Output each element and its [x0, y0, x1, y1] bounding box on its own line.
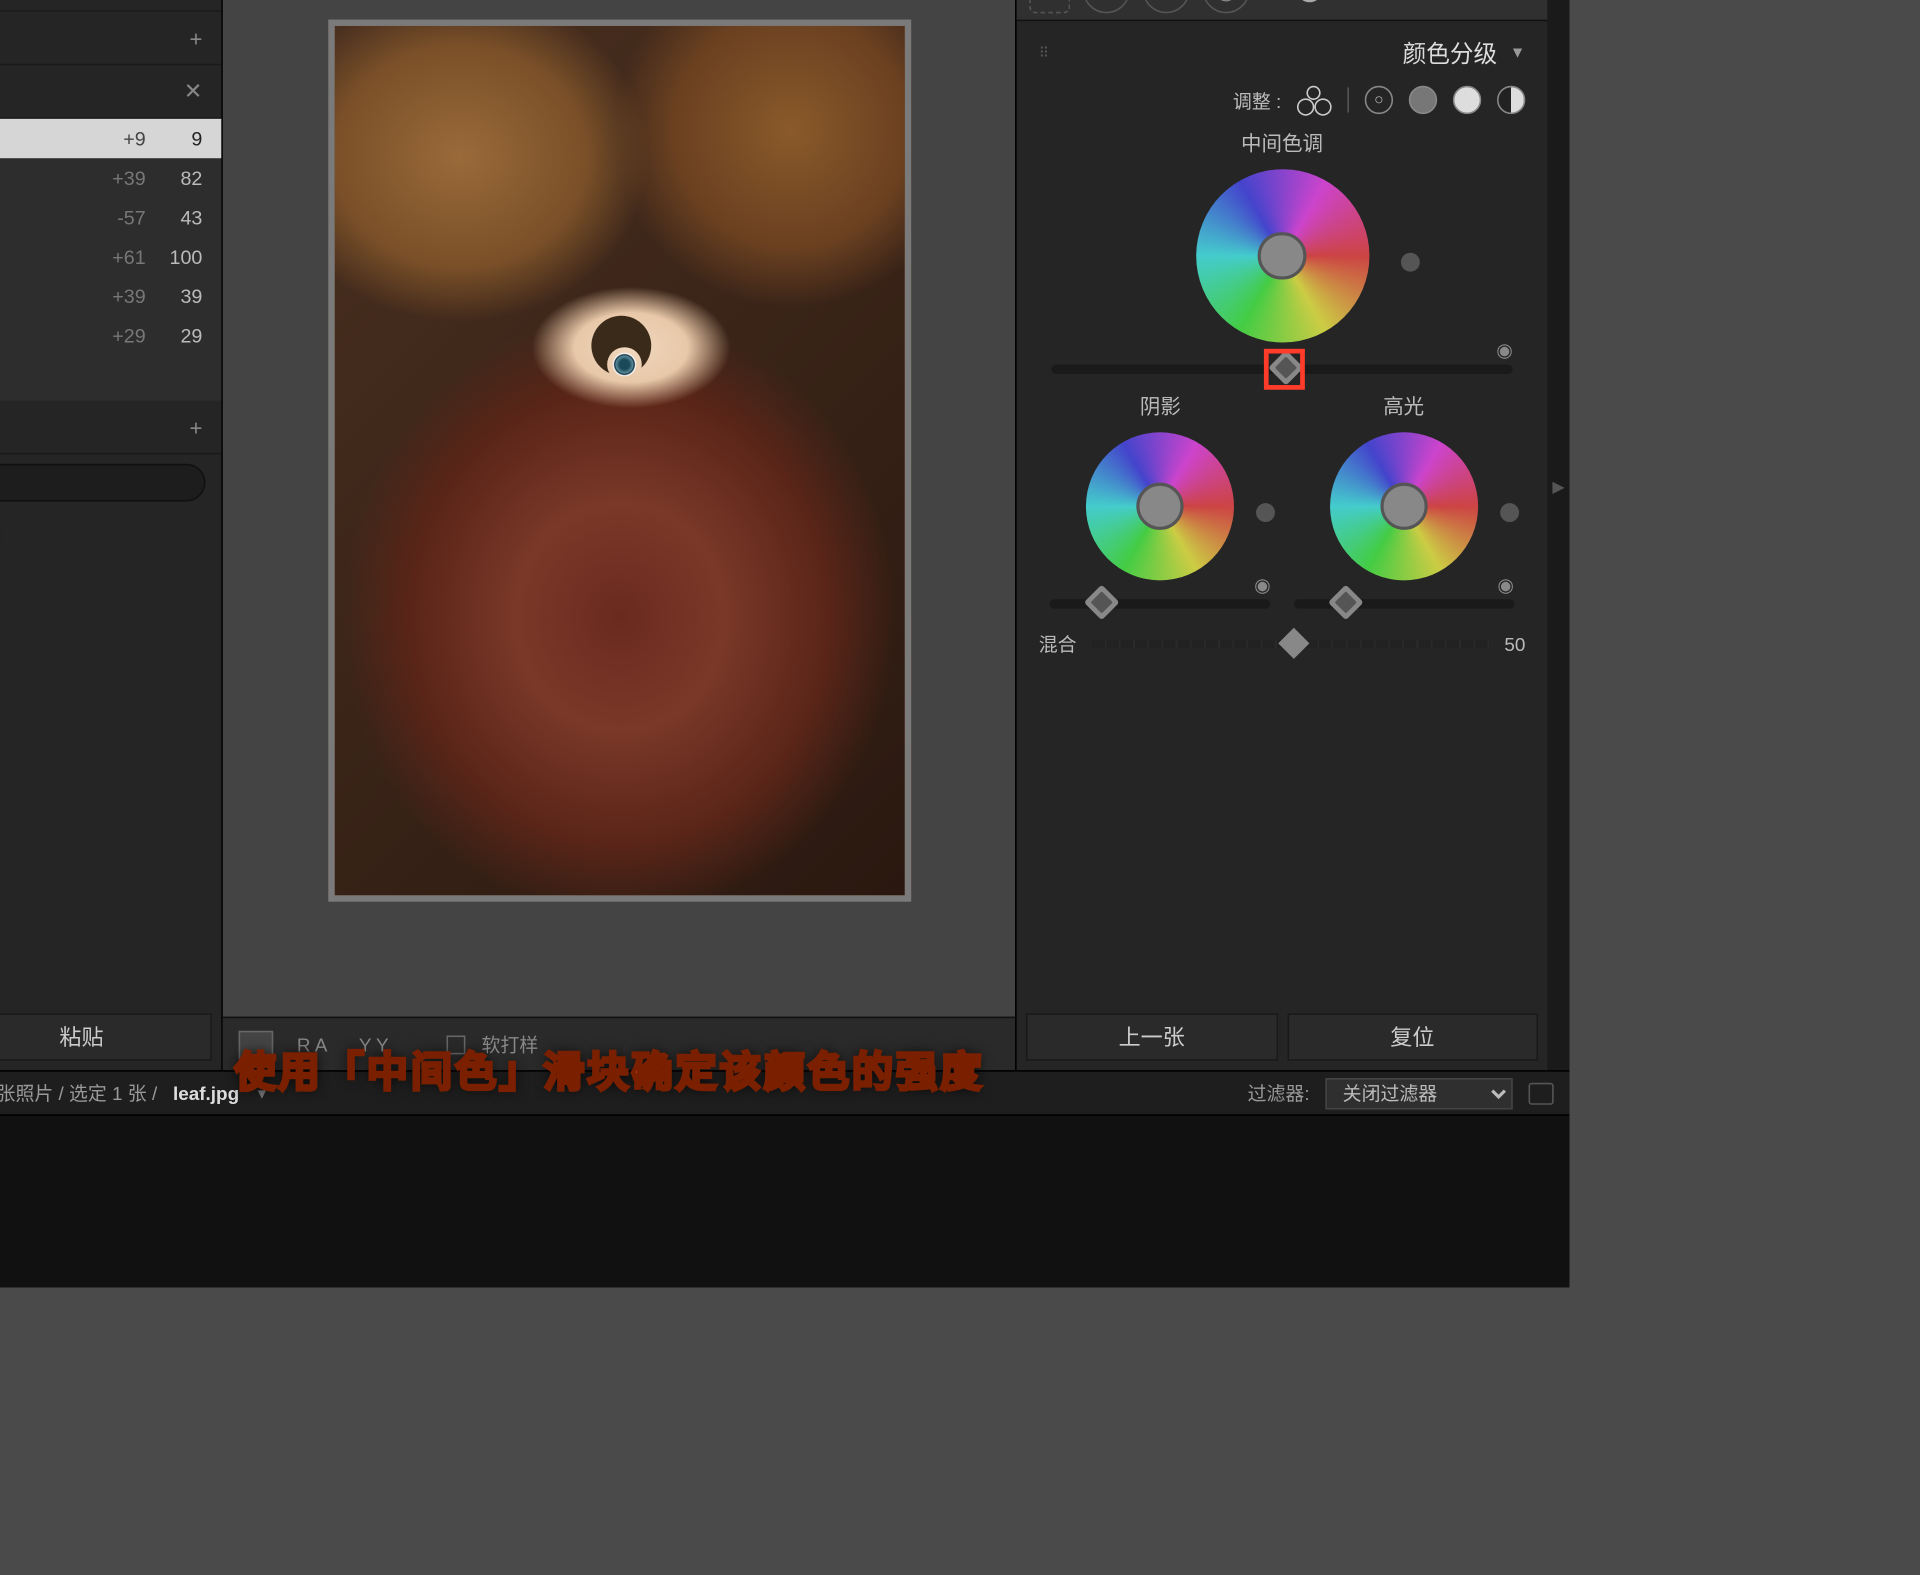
shadows-view[interactable]: ○ [1365, 86, 1393, 114]
collections-search[interactable]: ⌕ 过滤收藏夹 [0, 464, 206, 502]
smart-collections[interactable]: ▶ 智能收藏夹 [0, 511, 221, 558]
history-import[interactable]: 导入 (2022/4/6 14:47:21) [0, 355, 221, 401]
midtones-view[interactable] [1409, 86, 1437, 114]
center-panel: R A Y Y 软打样 [223, 0, 1015, 1070]
shadows-label: 阴影 [1050, 390, 1271, 420]
main-photo[interactable] [328, 20, 911, 902]
highlights-label: 高光 [1293, 390, 1514, 420]
shadows-color-wheel[interactable] [1086, 432, 1234, 580]
tutorial-caption: 使用「中间色」滑块确定该颜色的强度 [0, 1040, 1569, 1098]
local-tools-strip: ◐ ◉ ◯ [1017, 0, 1548, 21]
history-row[interactable]: 高光明亮度+3982 [0, 158, 221, 197]
right-panel: 直方图 ◀ ◐ ◉ ◯ ⠿ 颜色分级 ▼ 调整 : [1015, 0, 1547, 1070]
history-list: 中间色调明亮度+99 高光明亮度+3982 高光明亮度-5743 高光明亮度+6… [0, 119, 221, 401]
presets-header[interactable]: ▶ 预设 + [0, 0, 221, 12]
history-row[interactable]: 高光明亮度-5743 [0, 198, 221, 237]
history-row[interactable]: 高光明亮度+3939 [0, 276, 221, 315]
midtones-sat-dot[interactable] [1400, 252, 1419, 271]
history-header[interactable]: ▼ 历史记录 ✕ [0, 65, 221, 119]
shadows-luminance-slider[interactable] [1050, 599, 1271, 608]
app-frame: ▲ LrC Adobe Lightroom Classic ▼ 图库 | 修改照… [0, 0, 1569, 1287]
preview-eye-icon[interactable]: ◉ [1254, 574, 1271, 596]
redeye-tool[interactable]: ◉ [1143, 0, 1190, 13]
left-panel: ▶ 导航器 适合▾ 100% 300%▾ ▶ 预设 + ▼ 快照 + ▼ 历史记… [0, 0, 223, 1070]
disclosure-down-icon: ▼ [1510, 45, 1526, 62]
three-way-view[interactable] [1297, 86, 1332, 114]
global-view[interactable] [1497, 86, 1525, 114]
clear-history-button[interactable]: ✕ [184, 78, 202, 105]
blend-value: 50 [1504, 633, 1525, 655]
crop-tool[interactable] [1029, 0, 1070, 13]
annotation-highlight [1264, 349, 1305, 390]
highlights-color-wheel[interactable] [1330, 432, 1478, 580]
highlights-view[interactable] [1453, 86, 1481, 114]
add-snapshot-button[interactable]: + [189, 25, 202, 50]
highlights-sat-dot[interactable] [1500, 503, 1519, 522]
history-row[interactable]: 高光明亮度+61100 [0, 237, 221, 276]
preview-eye-icon[interactable]: ◉ [1496, 339, 1513, 361]
history-row[interactable]: 高光明亮度+2929 [0, 316, 221, 355]
midtones-label: 中间色调 [1039, 127, 1526, 157]
panel-grip-icon[interactable]: ⠿ [1039, 45, 1053, 62]
right-reveal[interactable]: ▶ [1547, 0, 1569, 1070]
collections-header[interactable]: ▼ 收藏夹 + [0, 401, 221, 455]
snapshots-header[interactable]: ▼ 快照 + [0, 12, 221, 66]
preview-eye-icon[interactable]: ◉ [1497, 574, 1514, 596]
history-row[interactable]: 中间色调明亮度+99 [0, 119, 221, 158]
highlights-luminance-slider[interactable] [1293, 599, 1514, 608]
blend-slider[interactable] [1092, 640, 1488, 648]
mask-tool[interactable]: ◯ [1202, 0, 1249, 13]
shadows-sat-dot[interactable] [1256, 503, 1275, 522]
heal-tool[interactable]: ◐ [1083, 0, 1130, 13]
midtones-luminance-slider[interactable] [1051, 365, 1512, 374]
add-collection-button[interactable]: + [189, 414, 202, 439]
color-grading-header[interactable]: ⠿ 颜色分级 ▼ [1039, 37, 1526, 70]
midtones-color-wheel[interactable] [1195, 169, 1368, 342]
filmstrip[interactable]: 1 ± [0, 1114, 1569, 1287]
